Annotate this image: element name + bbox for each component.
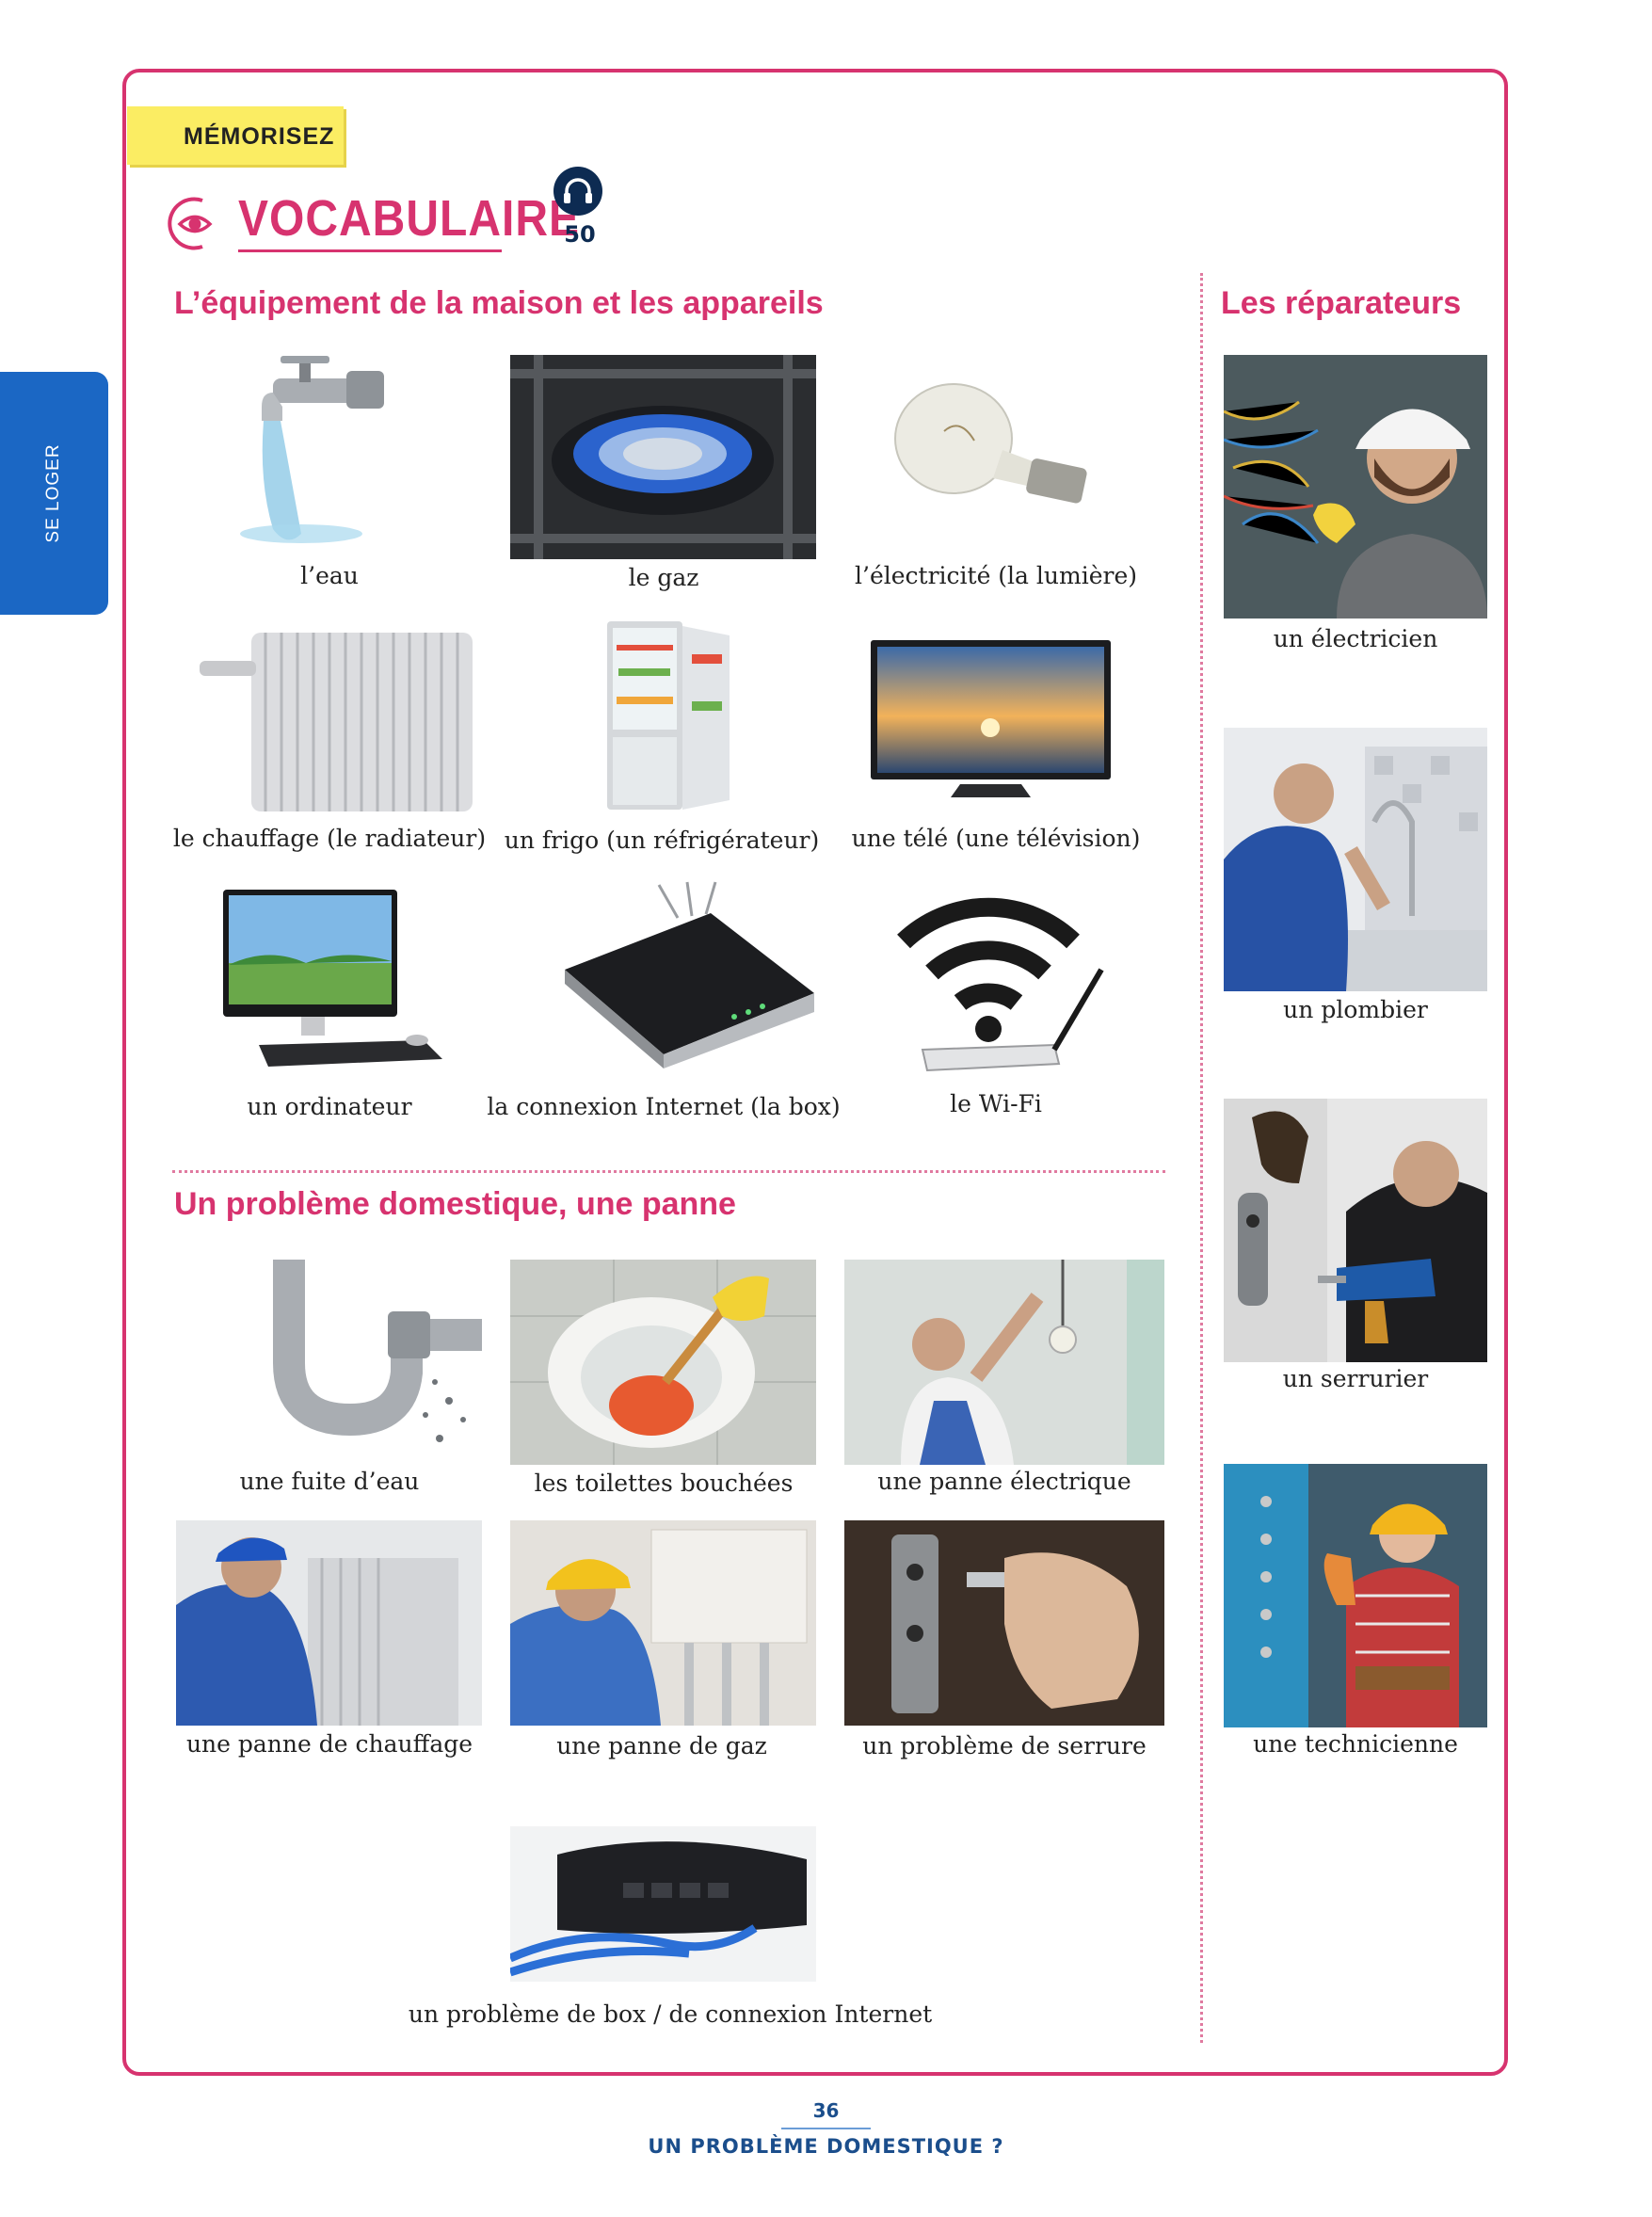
caption-internet-box: la connexion Internet (la box) xyxy=(487,1093,841,1120)
lock-problem-image xyxy=(844,1520,1164,1726)
caption-gas-fault: une panne de gaz xyxy=(556,1732,767,1759)
caption-electrician: un électricien xyxy=(1273,625,1438,652)
section-title-equipment: L’équipement de la maison et les apparei… xyxy=(174,285,824,321)
caption-wifi: le Wi-Fi xyxy=(950,1090,1042,1117)
locksmith-image xyxy=(1224,1099,1487,1362)
caption-tv: une télé (une télévision) xyxy=(851,825,1141,852)
plumber-image xyxy=(1224,728,1487,991)
technician-image xyxy=(1224,1464,1487,1727)
television-image xyxy=(866,635,1115,805)
headphones-icon[interactable] xyxy=(553,167,602,216)
column-divider xyxy=(1200,273,1203,2043)
caption-water: l’eau xyxy=(300,562,359,589)
caption-heating: le chauffage (le radiateur) xyxy=(172,825,487,852)
tag-label: MÉMORISEZ xyxy=(184,123,335,150)
tap-image xyxy=(235,350,424,557)
caption-lock-problem: un problème de serrure xyxy=(862,1732,1147,1759)
light-bulb-image xyxy=(871,375,1111,530)
wifi-icon xyxy=(885,890,1115,1078)
title-underline xyxy=(238,249,502,252)
computer-image xyxy=(212,880,461,1073)
section-divider xyxy=(172,1170,1165,1173)
section-title-repairers: Les réparateurs xyxy=(1221,285,1462,321)
gas-burner-image xyxy=(510,355,816,559)
caption-computer: un ordinateur xyxy=(247,1093,412,1120)
caption-electricity: l’électricité (la lumière) xyxy=(855,562,1137,589)
page-number: 36 xyxy=(812,2099,840,2122)
electrical-fault-image xyxy=(844,1260,1164,1465)
gas-fault-image xyxy=(510,1520,816,1726)
side-tab-label: SE LOGER xyxy=(43,443,63,543)
caption-plumber: un plombier xyxy=(1283,996,1428,1023)
router-image xyxy=(546,880,819,1068)
radiator-image xyxy=(195,614,482,821)
caption-clogged-toilet: les toilettes bouchées xyxy=(534,1470,794,1497)
electrician-image xyxy=(1224,355,1487,619)
caption-water-leak: une fuite d’eau xyxy=(239,1468,420,1495)
leaking-pipe-image xyxy=(247,1260,482,1465)
caption-box-problem: un problème de box / de connexion Intern… xyxy=(408,2000,933,2028)
fridge-image xyxy=(598,617,744,814)
section-title-problem: Un problème domestique, une panne xyxy=(174,1186,736,1222)
footer-rule xyxy=(781,2128,871,2129)
memorisez-tag: MÉMORISEZ xyxy=(127,106,344,165)
audio-track-number: 50 xyxy=(564,221,596,248)
caption-gas: le gaz xyxy=(628,564,699,591)
heating-fault-image xyxy=(176,1520,482,1726)
eye-icon xyxy=(165,193,226,254)
box-problem-image xyxy=(510,1826,816,1982)
caption-heating-fault: une panne de chauffage xyxy=(185,1730,473,1758)
caption-locksmith: un serrurier xyxy=(1282,1365,1429,1392)
side-tab[interactable]: SE LOGER xyxy=(0,372,108,615)
clogged-toilet-image xyxy=(510,1260,816,1465)
caption-power-outage: une panne électrique xyxy=(877,1468,1131,1495)
caption-technician: une technicienne xyxy=(1253,1730,1458,1758)
caption-fridge: un frigo (un réfrigérateur) xyxy=(504,827,820,854)
page-title: VOCABULAIRE xyxy=(238,191,581,248)
footer-title: UN PROBLÈME DOMESTIQUE ? xyxy=(648,2135,1004,2158)
